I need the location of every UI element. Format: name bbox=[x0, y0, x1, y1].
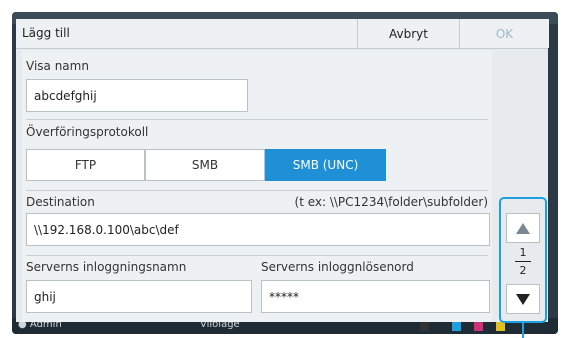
dialog-titlebar: Lägg till Avbryt OK bbox=[16, 19, 549, 49]
divider bbox=[26, 119, 488, 120]
callout-line bbox=[522, 323, 524, 338]
ok-button[interactable]: OK bbox=[459, 19, 549, 48]
total-pages: 2 bbox=[519, 264, 527, 277]
dialog-title: Lägg till bbox=[22, 26, 70, 40]
protocol-smb-button[interactable]: SMB bbox=[145, 149, 265, 181]
page-indicator: 1 2 bbox=[506, 246, 540, 277]
display-name-label: Visa namn bbox=[26, 59, 89, 73]
password-label: Serverns inloggnlösenord bbox=[261, 260, 414, 274]
login-name-field[interactable]: ghij bbox=[26, 280, 252, 313]
display-name-field[interactable]: abcdefghij bbox=[26, 79, 248, 112]
scroll-up-button[interactable] bbox=[506, 213, 540, 243]
page-separator bbox=[515, 261, 531, 262]
destination-label: Destination bbox=[26, 195, 95, 209]
protocol-ftp-button[interactable]: FTP bbox=[26, 149, 145, 181]
login-name-label: Serverns inloggningsnamn bbox=[26, 260, 187, 274]
divider bbox=[26, 190, 488, 191]
ink-icon-y bbox=[496, 322, 505, 331]
scroll-down-button[interactable] bbox=[506, 284, 540, 314]
ink-icon-k bbox=[420, 322, 429, 331]
current-page: 1 bbox=[519, 246, 527, 259]
add-destination-dialog: Lägg till Avbryt OK Visa namn abcdefghij… bbox=[16, 19, 549, 322]
triangle-up-icon bbox=[516, 222, 530, 234]
protocol-smb-unc-button[interactable]: SMB (UNC) bbox=[265, 149, 386, 181]
triangle-down-icon bbox=[516, 293, 530, 305]
divider bbox=[26, 255, 488, 256]
cancel-button[interactable]: Avbryt bbox=[357, 19, 459, 48]
ink-icon-c bbox=[452, 322, 461, 331]
form-panel: Visa namn abcdefghij Överföringsprotokol… bbox=[22, 50, 492, 322]
ink-icon-m bbox=[474, 322, 483, 331]
protocol-label: Överföringsprotokoll bbox=[26, 125, 149, 139]
password-field[interactable]: ***** bbox=[261, 280, 490, 313]
destination-field[interactable]: \\192.168.0.100\abc\def bbox=[26, 213, 490, 246]
destination-hint: (t ex: \\PC1234\folder\subfolder) bbox=[294, 195, 488, 209]
